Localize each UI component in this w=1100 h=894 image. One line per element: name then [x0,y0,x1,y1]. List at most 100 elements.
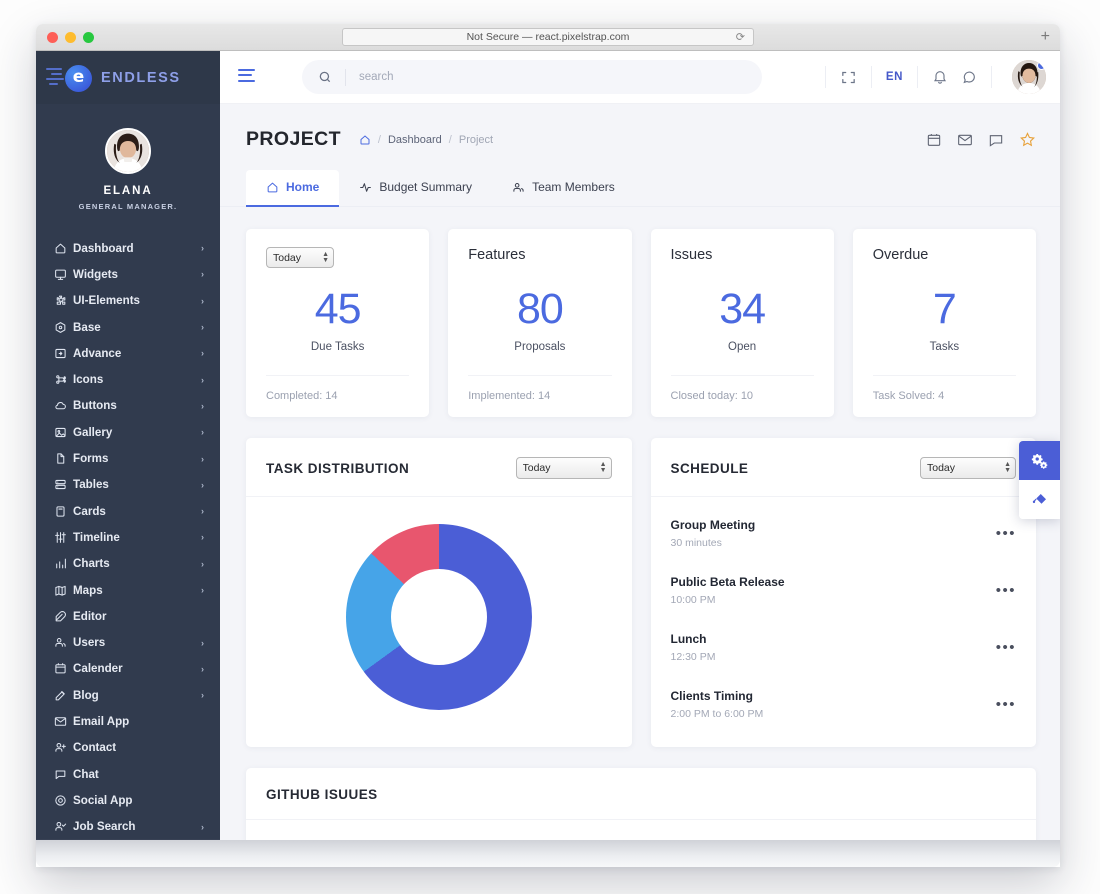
calendar-icon[interactable] [926,132,942,148]
schedule-item-text: Public Beta Release10:00 PM [671,575,996,606]
chat-icon[interactable] [961,69,977,85]
new-tab-button[interactable]: + [1041,29,1050,45]
panel-header: GITHUB ISUUES [246,768,1036,820]
sidebar-item-label: Job Search [73,820,201,833]
chevron-right-icon: › [201,401,204,411]
paint-icon[interactable] [1019,480,1060,519]
sidebar-item-contact[interactable]: Contact [36,735,220,761]
search-box[interactable] [302,60,762,94]
page-scroll-area[interactable]: PROJECT / Dashboard / Project [220,104,1060,867]
reload-icon[interactable]: ⟳ [736,31,745,44]
stat-card-header: Features [468,247,611,273]
url-text: Not Secure — react.pixelstrap.com [467,31,630,43]
stat-title: Issues [671,247,814,263]
browser-titlebar: Not Secure — react.pixelstrap.com ⟳ + [36,24,1060,51]
tab-home[interactable]: Home [246,170,339,207]
schedule-item-menu-button[interactable]: ••• [996,583,1016,598]
schedule-item[interactable]: Public Beta Release10:00 PM••• [671,562,1017,619]
logo[interactable]: e ENDLESS [36,51,220,104]
stat-period-wrap: Today▲▼ [266,247,334,268]
sidebar-item-dashboard[interactable]: Dashboard› [36,235,220,261]
sidebar-item-label: Maps [73,584,201,597]
star-icon[interactable] [1019,131,1036,148]
hamburger-icon[interactable] [238,69,258,86]
puzzle-icon [54,294,73,307]
sidebar-item-label: Advance [73,347,201,360]
task-distribution-period-select[interactable]: TodayYesterdayTomorrow [516,457,612,479]
chevron-right-icon: › [201,559,204,569]
breadcrumb-separator: / [449,134,452,146]
home-icon[interactable] [359,134,371,146]
schedule-item[interactable]: Group Meeting30 minutes••• [671,505,1017,562]
fullscreen-icon[interactable] [840,69,857,86]
sidebar-item-forms[interactable]: Forms› [36,445,220,471]
sidebar-item-tables[interactable]: Tables› [36,472,220,498]
sidebar-item-label: Cards [73,505,201,518]
stat-footer: Closed today: 10 [671,375,814,417]
sidebar-item-base[interactable]: Base› [36,314,220,340]
window-bottom-edge [36,840,1060,867]
tab-budget-summary[interactable]: Budget Summary [339,170,492,207]
comment-icon[interactable] [988,132,1004,148]
sidebar-item-label: Widgets [73,268,201,281]
widget-icon [54,268,73,281]
maximize-window-button[interactable] [83,32,94,43]
gears-icon[interactable] [1019,441,1060,480]
browser-window: Not Secure — react.pixelstrap.com ⟳ + e … [36,24,1060,867]
sidebar-item-social-app[interactable]: Social App [36,787,220,813]
sidebar-item-advance[interactable]: Advance› [36,340,220,366]
schedule-item-text: Group Meeting30 minutes [671,518,996,549]
language-selector[interactable]: EN [886,71,903,83]
stat-footer: Task Solved: 4 [873,375,1016,417]
sidebar-item-label: Calender [73,662,201,675]
sidebar-item-charts[interactable]: Charts› [36,551,220,577]
chevron-right-icon: › [201,690,204,700]
sidebar-item-email-app[interactable]: Email App [36,708,220,734]
stat-number: 45 [266,287,409,332]
minimize-window-button[interactable] [65,32,76,43]
search-input[interactable] [359,71,746,83]
sidebar-item-editor[interactable]: Editor [36,603,220,629]
sidebar-item-ui-elements[interactable]: UI-Elements› [36,288,220,314]
sidebar-item-job-search[interactable]: Job Search› [36,814,220,840]
sidebar-item-timeline[interactable]: Timeline› [36,524,220,550]
sidebar-item-label: Charts [73,557,201,570]
schedule-item-menu-button[interactable]: ••• [996,526,1016,541]
sidebar-item-chat[interactable]: Chat [36,761,220,787]
mail-icon[interactable] [957,132,973,148]
search-divider [345,69,346,86]
sidebar-item-users[interactable]: Users› [36,629,220,655]
bell-icon[interactable] [932,69,948,85]
chevron-right-icon: › [201,822,204,832]
user-avatar[interactable] [1012,60,1046,94]
home-icon [54,242,73,255]
sidebar-item-widgets[interactable]: Widgets› [36,261,220,287]
chevron-right-icon: › [201,480,204,490]
chevron-right-icon: › [201,269,204,279]
sidebar-item-buttons[interactable]: Buttons› [36,393,220,419]
divider [991,66,992,88]
schedule-item[interactable]: Clients Timing2:00 PM to 6:00 PM••• [671,676,1017,733]
sidebar-item-cards[interactable]: Cards› [36,498,220,524]
sidebar-item-icons[interactable]: Icons› [36,366,220,392]
task-distribution-donut[interactable] [346,524,532,710]
topbar: EN [220,51,1060,104]
avatar[interactable] [105,128,151,174]
close-window-button[interactable] [47,32,58,43]
schedule-item-menu-button[interactable]: ••• [996,640,1016,655]
window-controls[interactable] [36,32,94,43]
sidebar-item-gallery[interactable]: Gallery› [36,419,220,445]
sidebar-item-maps[interactable]: Maps› [36,577,220,603]
schedule-item-menu-button[interactable]: ••• [996,697,1016,712]
address-bar[interactable]: Not Secure — react.pixelstrap.com ⟳ [342,28,754,46]
task-distribution-panel: TASK DISTRIBUTION TodayYesterdayTomorrow… [246,438,632,747]
sidebar-item-calender[interactable]: Calender› [36,656,220,682]
tab-team-members[interactable]: Team Members [492,170,635,207]
schedule-item[interactable]: Lunch12:30 PM••• [671,619,1017,676]
sidebar-item-blog[interactable]: Blog› [36,682,220,708]
divider [871,66,872,88]
sidebar-nav: Dashboard›Widgets›UI-Elements›Base›Advan… [36,233,220,867]
stat-period-select[interactable]: Today [266,247,334,268]
breadcrumb-parent[interactable]: Dashboard [388,134,442,146]
schedule-period-select[interactable]: TodayYesterdayTomorrow [920,457,1016,479]
